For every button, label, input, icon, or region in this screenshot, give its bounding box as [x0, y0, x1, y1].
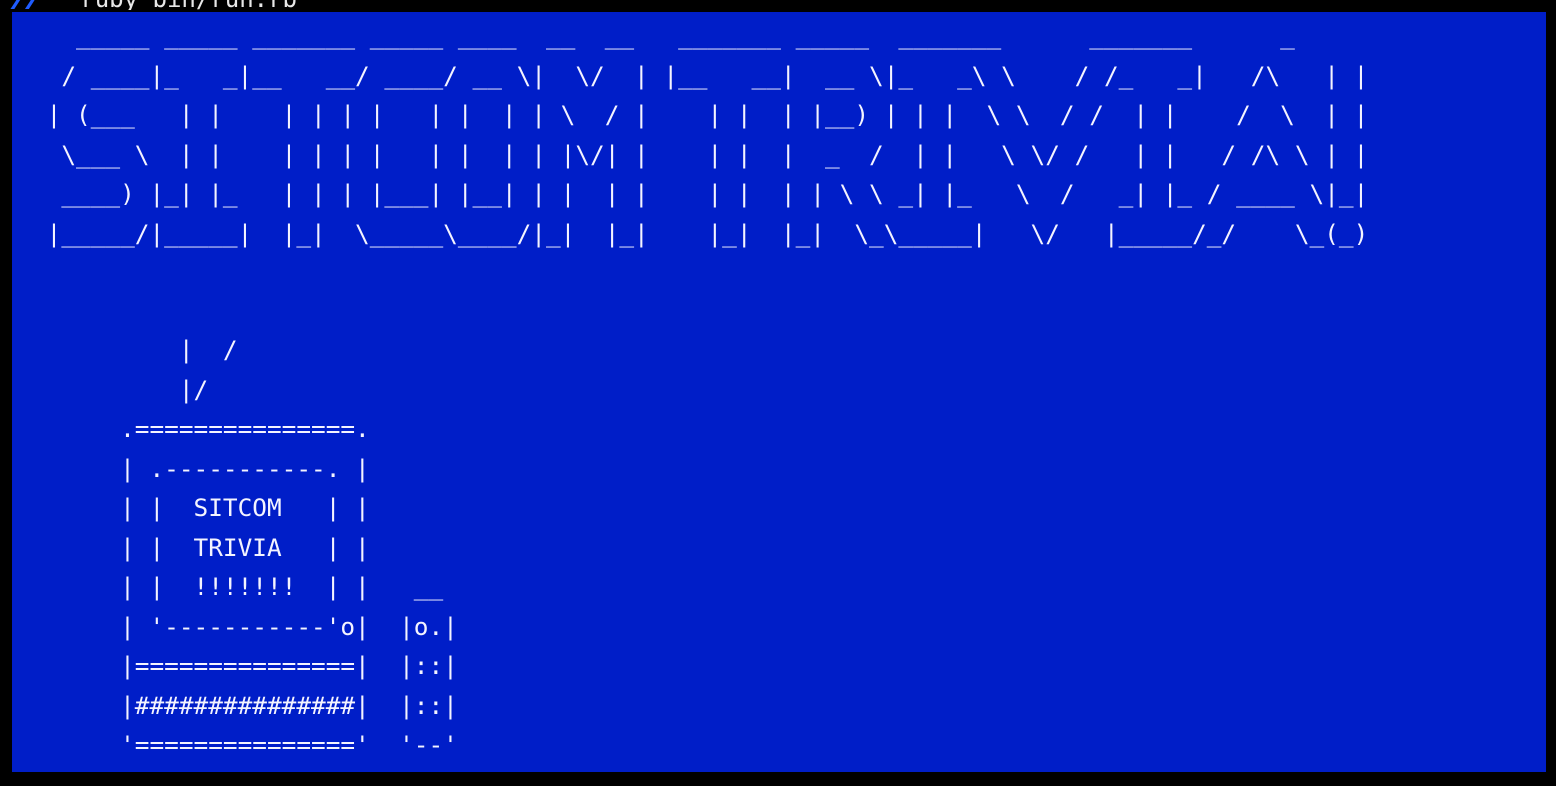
- sitcom-trivia-banner: _____ _____ _______ _____ ____ __ __ ___…: [46, 21, 1369, 248]
- command-text: ruby bin/run.rb: [80, 0, 297, 10]
- prompt-symbol: ❯❯: [8, 0, 37, 10]
- app-screen: _____ _____ _______ _____ ____ __ __ ___…: [12, 12, 1546, 772]
- command-prompt-line: ❯❯ ruby bin/run.rb: [8, 0, 297, 10]
- tv-ascii-art: | / |/ .===============. | .-----------.…: [120, 335, 458, 759]
- terminal-window: ❯❯ ruby bin/run.rb _____ _____ _______ _…: [0, 0, 1556, 786]
